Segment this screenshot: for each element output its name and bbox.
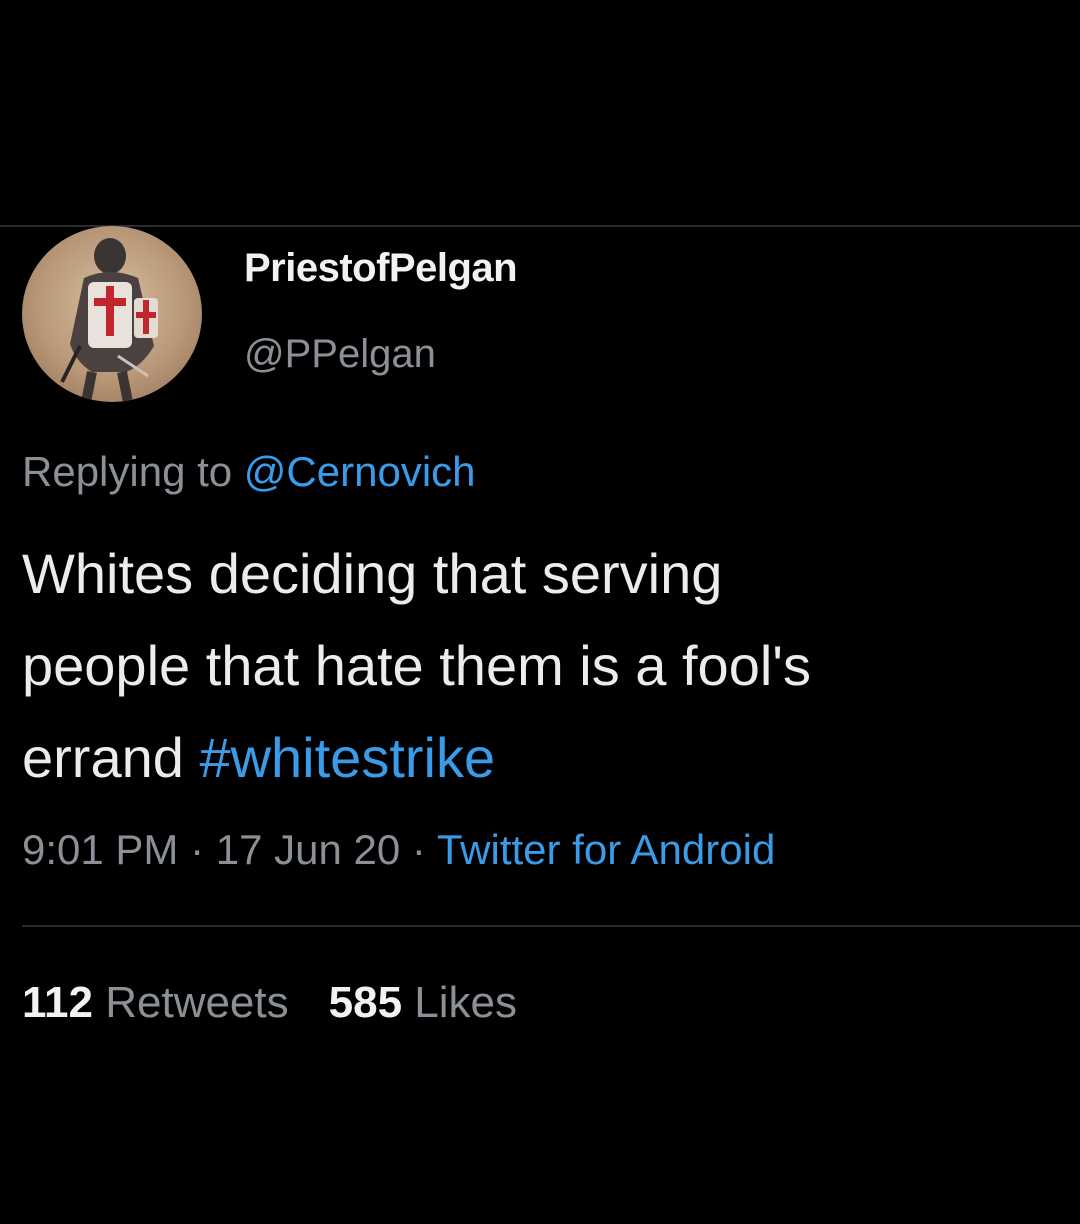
templar-knight-avatar-icon <box>60 238 158 402</box>
tweet-text-line-end: errand <box>22 726 200 789</box>
meta-separator: · <box>178 826 216 873</box>
tweet-stats: 112 Retweets 585 Likes <box>22 978 517 1028</box>
tweet-date[interactable]: 17 Jun 20 <box>216 826 401 873</box>
hashtag-link[interactable]: #whitestrike <box>199 726 495 789</box>
tweet-text: Whites deciding that serving people that… <box>22 528 1078 804</box>
likes-label: Likes <box>414 978 518 1027</box>
top-divider <box>0 225 1080 227</box>
replying-to-label: Replying to <box>22 448 244 495</box>
meta-separator: · <box>400 826 437 873</box>
tweet-source-link[interactable]: Twitter for Android <box>437 826 775 873</box>
tweet-meta: 9:01 PM · 17 Jun 20 · Twitter for Androi… <box>22 826 775 874</box>
tweet-text-line: Whites deciding that serving <box>22 542 723 605</box>
stats-divider <box>22 925 1080 927</box>
replying-to-mention-link[interactable]: @Cernovich <box>244 448 476 495</box>
tweet-text-line: errand #whitestrike <box>22 712 1078 804</box>
avatar[interactable] <box>22 226 202 402</box>
user-handle[interactable]: @PPelgan <box>244 332 436 377</box>
tweet-text-line: people that hate them is a fool's <box>22 634 811 697</box>
likes-count: 585 <box>328 978 403 1027</box>
retweets-stat[interactable]: 112 Retweets <box>22 978 289 1027</box>
likes-stat[interactable]: 585 Likes <box>329 978 517 1027</box>
tweet-time[interactable]: 9:01 PM <box>22 826 178 873</box>
replying-to-line: Replying to @Cernovich <box>22 448 476 496</box>
retweets-label: Retweets <box>105 978 289 1027</box>
display-name[interactable]: PriestofPelgan <box>244 246 518 291</box>
retweets-count: 112 <box>22 978 93 1027</box>
